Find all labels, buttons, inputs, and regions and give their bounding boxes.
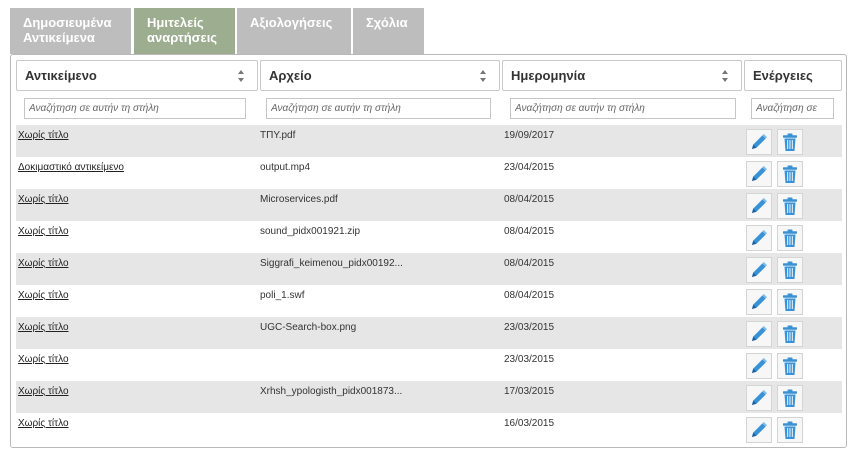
column-header-label: Αρχείο	[269, 68, 312, 83]
delete-button[interactable]	[777, 257, 803, 283]
object-title-link[interactable]: Χωρίς τίτλο	[18, 290, 254, 301]
edit-button[interactable]	[746, 129, 772, 155]
table-row: Χωρίς τίτλο Microservices.pdf 08/04/2015	[16, 189, 842, 221]
column-header-label: Ενέργειες	[753, 68, 813, 83]
filter-input-actions[interactable]	[751, 98, 834, 119]
file-name: ΤΠΥ.pdf	[260, 130, 296, 141]
edit-button[interactable]	[746, 225, 772, 251]
tab-published-objects[interactable]: Δημοσιευμένα Αντικείμενα	[10, 8, 131, 54]
file-name: Xrhsh_ypologisth_pidx001873...	[260, 386, 403, 397]
filter-input-date[interactable]	[510, 98, 736, 119]
date-value: 17/03/2015	[504, 386, 555, 397]
date-value: 08/04/2015	[504, 194, 555, 205]
object-title-link[interactable]: Δοκιμαστικό αντικείμενο	[18, 162, 254, 173]
object-title-link[interactable]: Χωρίς τίτλο	[18, 258, 254, 269]
object-title-link[interactable]: Χωρίς τίτλο	[18, 130, 254, 141]
delete-button[interactable]	[777, 385, 803, 411]
tab-label-line2: αναρτήσεις	[147, 30, 218, 45]
file-name: poli_1.swf	[260, 290, 305, 301]
column-header-label: Ημερομηνία	[511, 68, 586, 83]
filter-input-file[interactable]	[266, 98, 491, 119]
edit-button[interactable]	[746, 161, 772, 187]
table-row: Χωρίς τίτλο 23/03/2015	[16, 349, 842, 381]
table-row: Δοκιμαστικό αντικείμενο output.mp4 23/04/2…	[16, 157, 842, 189]
date-value: 23/04/2015	[504, 162, 555, 173]
edit-button[interactable]	[746, 321, 772, 347]
date-value: 08/04/2015	[504, 290, 555, 301]
edit-button[interactable]	[746, 193, 772, 219]
delete-button[interactable]	[777, 353, 803, 379]
column-header-label: Αντικείμενο	[25, 68, 97, 83]
sort-arrows-icon	[238, 70, 244, 82]
edit-button[interactable]	[746, 417, 772, 443]
file-name: Siggrafi_keimenou_pidx00192...	[260, 258, 403, 269]
delete-button[interactable]	[777, 417, 803, 443]
filter-input-object[interactable]	[24, 98, 246, 119]
table-row: Χωρίς τίτλο UGC-Search-box.png 23/03/2015	[16, 317, 842, 349]
delete-button[interactable]	[777, 161, 803, 187]
file-name: sound_pidx001921.zip	[260, 226, 361, 237]
tab-comments[interactable]: Σχόλια	[353, 8, 424, 54]
file-name: output.mp4	[260, 162, 311, 173]
object-title-link[interactable]: Χωρίς τίτλο	[18, 226, 254, 237]
date-value: 19/09/2017	[504, 130, 555, 141]
object-title-link[interactable]: Χωρίς τίτλο	[18, 322, 254, 333]
sort-arrows-icon	[722, 70, 728, 82]
table-row: Χωρίς τίτλο Siggrafi_keimenou_pidx00192..…	[16, 253, 842, 285]
tab-label-line1: Δημοσιευμένα	[23, 15, 112, 30]
object-title-link[interactable]: Χωρίς τίτλο	[18, 418, 254, 429]
tab-label-line1: Σχόλια	[366, 15, 408, 30]
delete-button[interactable]	[777, 193, 803, 219]
tab-incomplete-posts[interactable]: Ημιτελείς αναρτήσεις	[134, 8, 235, 54]
object-title-link[interactable]: Χωρίς τίτλο	[18, 354, 254, 365]
date-value: 23/03/2015	[504, 322, 555, 333]
table-row: Χωρίς τίτλο poli_1.swf 08/04/2015	[16, 285, 842, 317]
edit-button[interactable]	[746, 353, 772, 379]
edit-button[interactable]	[746, 385, 772, 411]
sort-arrows-icon	[480, 70, 486, 82]
tab-reviews[interactable]: Αξιολογήσεις	[237, 8, 351, 54]
edit-button[interactable]	[746, 257, 772, 283]
table-row: Χωρίς τίτλο Xrhsh_ypologisth_pidx001873..…	[16, 381, 842, 413]
tab-label-line2: Αντικείμενα	[23, 30, 95, 45]
tab-label-line1: Ημιτελείς	[147, 15, 204, 30]
table-row: Χωρίς τίτλο ΤΠΥ.pdf 19/09/2017	[16, 125, 842, 157]
date-value: 08/04/2015	[504, 258, 555, 269]
table-row: Χωρίς τίτλο sound_pidx001921.zip 08/04/201…	[16, 221, 842, 253]
date-value: 16/03/2015	[504, 418, 555, 429]
delete-button[interactable]	[777, 225, 803, 251]
date-value: 23/03/2015	[504, 354, 555, 365]
table-row: Χωρίς τίτλο 16/03/2015	[16, 413, 842, 445]
delete-button[interactable]	[777, 129, 803, 155]
column-header-object[interactable]: Αντικείμενο	[16, 60, 258, 91]
object-title-link[interactable]: Χωρίς τίτλο	[18, 386, 254, 397]
column-header-date[interactable]: Ημερομηνία	[502, 60, 742, 91]
column-header-file[interactable]: Αρχείο	[260, 60, 500, 91]
tab-label-line1: Αξιολογήσεις	[250, 15, 333, 30]
edit-button[interactable]	[746, 289, 772, 315]
delete-button[interactable]	[777, 321, 803, 347]
delete-button[interactable]	[777, 289, 803, 315]
file-name: Microservices.pdf	[260, 194, 338, 205]
date-value: 08/04/2015	[504, 226, 555, 237]
incomplete-posts-table: Αντικείμενο Αρχείο Ημερομηνία Ενέργειες …	[10, 54, 847, 448]
file-name: UGC-Search-box.png	[260, 322, 357, 333]
column-header-actions: Ενέργειες	[744, 60, 842, 91]
object-title-link[interactable]: Χωρίς τίτλο	[18, 194, 254, 205]
